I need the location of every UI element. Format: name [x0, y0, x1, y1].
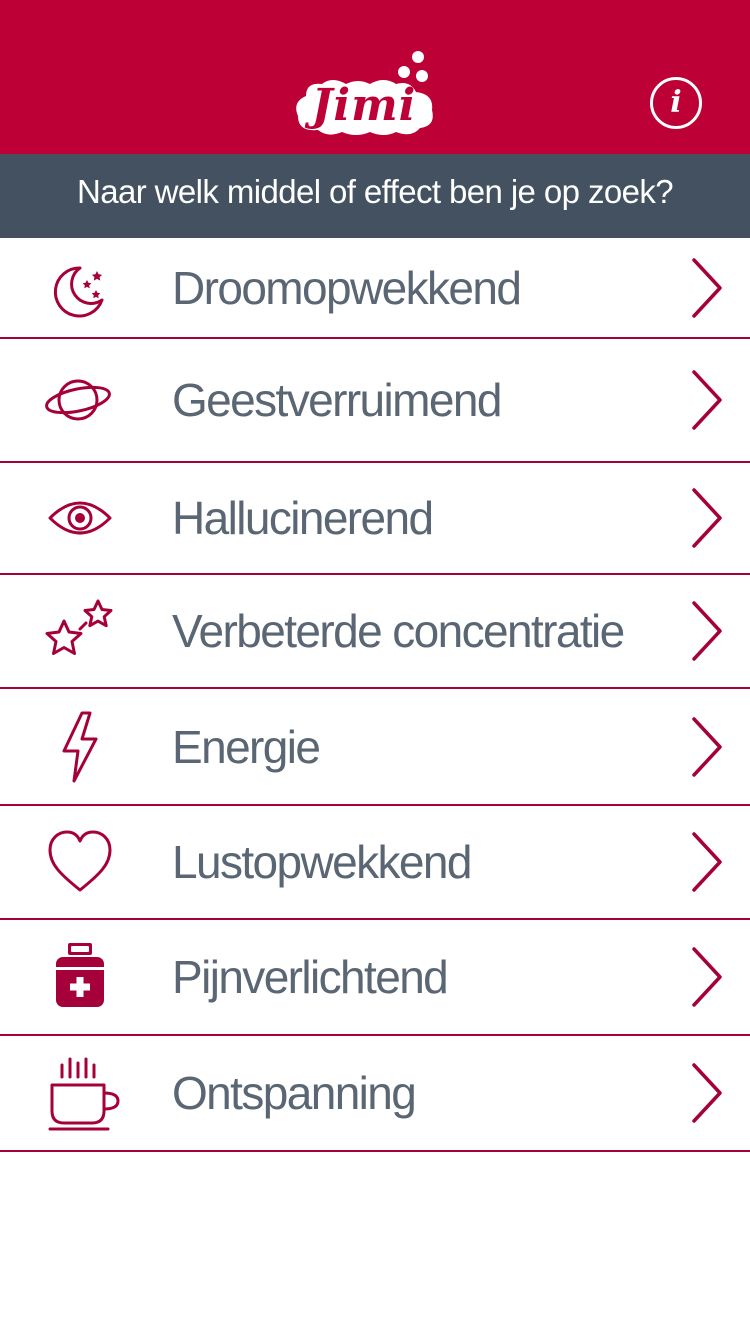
- chevron-right-icon: [692, 488, 722, 548]
- subtitle-bar: Naar welk middel of effect ben je op zoe…: [0, 154, 750, 238]
- info-button[interactable]: i: [650, 77, 702, 129]
- medicine-bottle-icon: [56, 943, 104, 1007]
- stars-icon: [45, 599, 113, 655]
- logo-text: Jimi: [311, 80, 417, 131]
- moon-stars-icon: [53, 265, 104, 317]
- lightning-icon: [62, 711, 98, 782]
- app-header: Jimi i: [0, 0, 750, 154]
- chevron-right-icon: [692, 257, 722, 318]
- tea-cup-icon: [48, 1057, 120, 1131]
- heart-icon: [48, 830, 112, 892]
- chevron-right-icon: [692, 716, 722, 777]
- menu-item-energie[interactable]: Energie: [0, 689, 750, 806]
- page-subtitle: Naar welk middel of effect ben je op zoe…: [76, 173, 674, 210]
- jimi-logo[interactable]: Jimi: [292, 50, 436, 142]
- menu-item-label: Lustopwekkend: [172, 836, 472, 888]
- menu-item-geestverruimend[interactable]: Geestverruimend: [0, 339, 750, 463]
- menu-item-ontspanning[interactable]: Ontspanning: [0, 1036, 750, 1152]
- menu-item-label: Droomopwekkend: [172, 261, 522, 314]
- planet-icon: [45, 379, 111, 421]
- menu-item-label: Energie: [172, 720, 321, 773]
- menu-item-label: Geestverruimend: [172, 374, 502, 426]
- eye-icon: [48, 501, 112, 535]
- menu-item-label: Ontspanning: [172, 1067, 417, 1119]
- menu-item-lustopwekkend[interactable]: Lustopwekkend: [0, 806, 750, 920]
- menu-item-label: Verbeterde concentratie: [172, 605, 625, 657]
- chevron-right-icon: [692, 832, 722, 892]
- menu-item-verbeterde-concentratie[interactable]: Verbeterde concentratie: [0, 575, 750, 689]
- chevron-right-icon: [692, 1063, 722, 1123]
- info-icon: i: [670, 85, 682, 120]
- menu-item-droomopwekkend[interactable]: Droomopwekkend: [0, 238, 750, 339]
- effect-menu: Droomopwekkend Geestverruimend Hallucine…: [0, 238, 750, 1152]
- chevron-right-icon: [692, 947, 722, 1007]
- chevron-right-icon: [692, 370, 722, 430]
- menu-item-hallucinerend[interactable]: Hallucinerend: [0, 463, 750, 575]
- menu-item-pijnverlichtend[interactable]: Pijnverlichtend: [0, 920, 750, 1036]
- menu-item-label: Pijnverlichtend: [172, 951, 449, 1003]
- chevron-right-icon: [692, 601, 722, 661]
- menu-item-label: Hallucinerend: [172, 492, 434, 544]
